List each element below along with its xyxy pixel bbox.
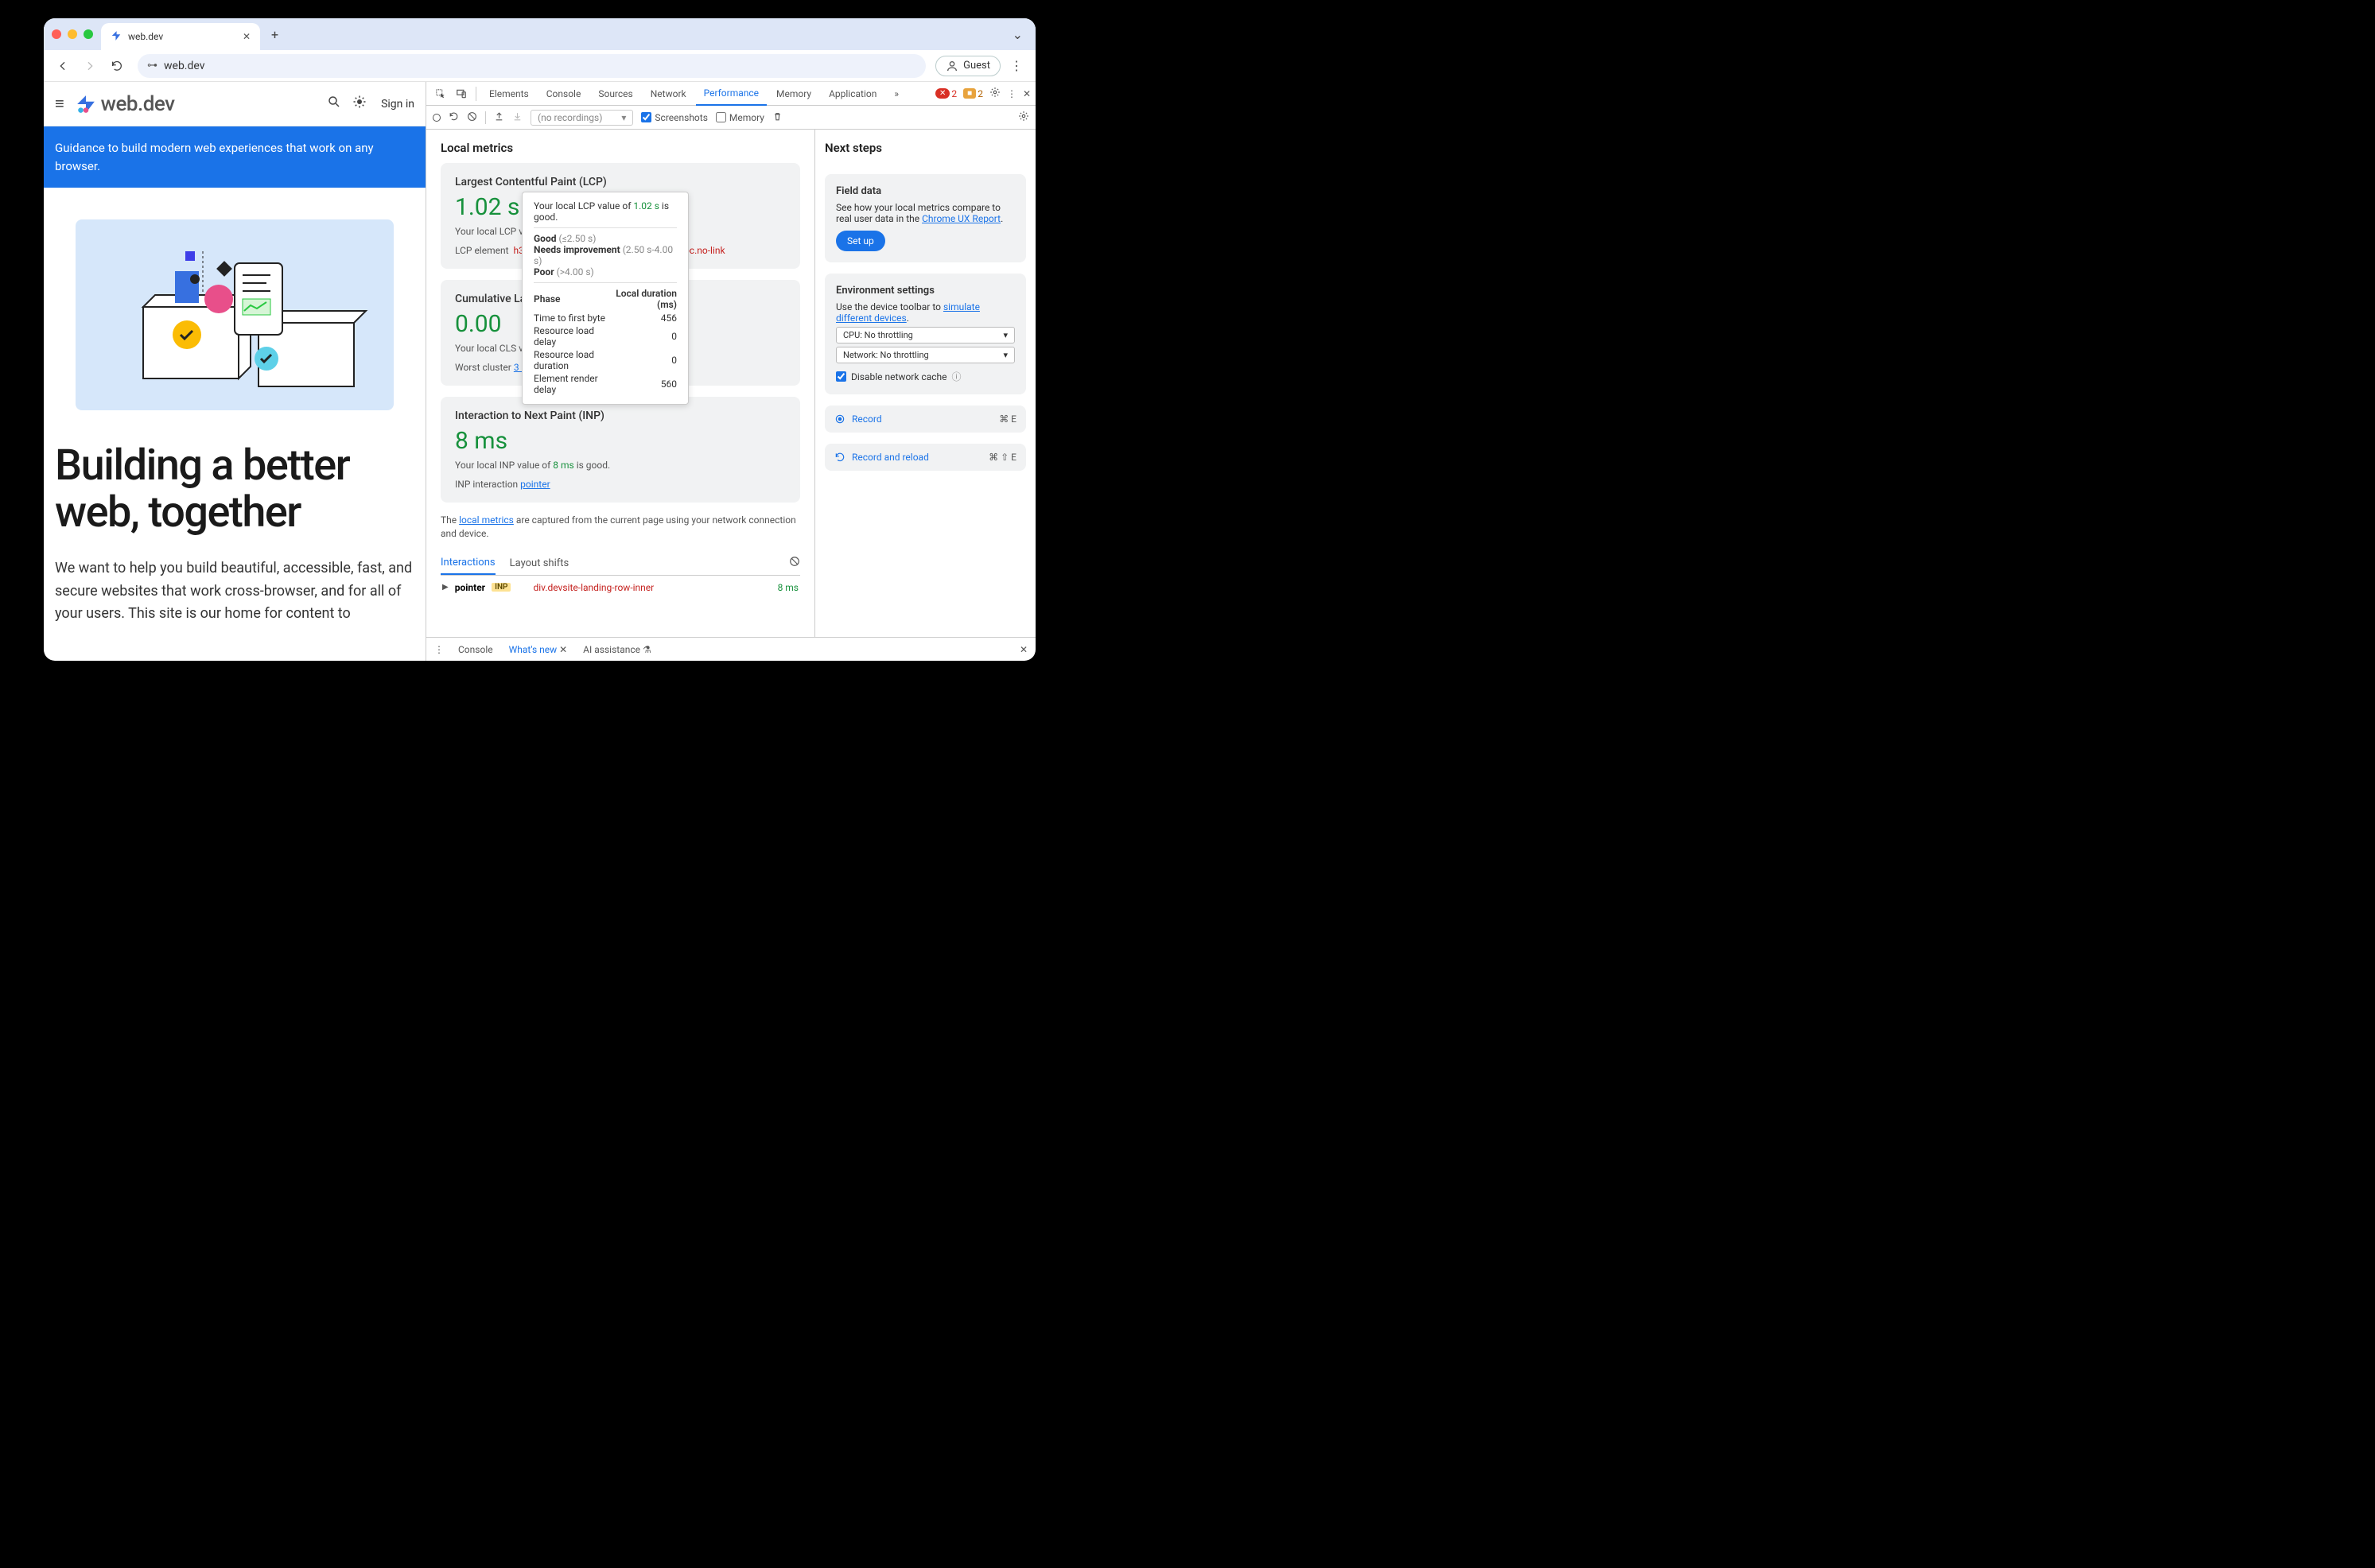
next-steps-heading: Next steps	[825, 141, 1026, 155]
close-whatsnew-icon: ✕	[559, 644, 567, 655]
address-bar: ⊶ web.dev Guest ⋮	[44, 50, 1036, 82]
hero-body: We want to help you build beautiful, acc…	[55, 557, 414, 626]
inp-card: Interaction to Next Paint (INP) 8 ms You…	[441, 397, 800, 503]
back-button[interactable]	[52, 55, 74, 77]
local-metrics-link[interactable]: local metrics	[459, 514, 514, 526]
window-controls	[52, 29, 93, 39]
minimize-window-button[interactable]	[68, 29, 77, 39]
inp-interaction-link[interactable]: pointer	[520, 479, 550, 490]
devtools-panel: Elements Console Sources Network Perform…	[426, 82, 1036, 661]
search-icon[interactable]	[327, 95, 341, 113]
reload-icon	[834, 452, 845, 463]
drawer-menu-icon[interactable]: ⋮	[434, 644, 444, 655]
close-tab-icon[interactable]: ✕	[243, 31, 251, 42]
record-action[interactable]: Record ⌘ E	[825, 406, 1026, 433]
drawer-whatsnew-tab[interactable]: What's new ✕	[507, 644, 569, 655]
drawer-ai-tab[interactable]: AI assistance ⚗	[581, 644, 653, 655]
devtools-tab-strip: Elements Console Sources Network Perform…	[426, 82, 1036, 106]
environment-settings-card: Environment settings Use the device tool…	[825, 274, 1026, 394]
subtab-layout-shifts[interactable]: Layout shifts	[510, 553, 569, 574]
tab-performance[interactable]: Performance	[696, 82, 767, 106]
site-settings-icon[interactable]: ⊶	[147, 60, 157, 72]
tab-list-chevron-icon[interactable]: ⌄	[1013, 27, 1023, 42]
record-button[interactable]	[433, 114, 441, 122]
close-drawer-icon[interactable]: ✕	[1020, 644, 1028, 655]
sign-in-link[interactable]: Sign in	[381, 98, 414, 111]
site-logo[interactable]: web.dev	[76, 92, 175, 116]
inspect-element-icon[interactable]	[431, 88, 450, 99]
screenshots-checkbox[interactable]: Screenshots	[641, 112, 707, 123]
gear-icon[interactable]	[989, 87, 1001, 100]
rendered-page: ≡ web.dev Sign in Guidance to build mode…	[44, 82, 426, 661]
tab-title: web.dev	[128, 31, 163, 42]
tab-network[interactable]: Network	[643, 82, 694, 106]
network-throttling-select[interactable]: Network: No throttling▾	[836, 347, 1015, 363]
more-tabs-icon[interactable]: »	[886, 82, 907, 106]
maximize-window-button[interactable]	[84, 29, 93, 39]
more-icon[interactable]: ⋮	[1007, 88, 1016, 99]
inp-tag: INP	[492, 583, 511, 592]
page-banner: Guidance to build modern web experiences…	[44, 126, 426, 188]
interaction-duration: 8 ms	[778, 582, 799, 593]
device-toolbar-icon[interactable]	[452, 88, 471, 99]
metrics-caption: The local metrics are captured from the …	[441, 514, 800, 541]
local-metrics-panel: Local metrics Largest Contentful Paint (…	[426, 130, 814, 637]
hero-title: Building a better web, together	[55, 442, 414, 537]
new-tab-button[interactable]: +	[265, 24, 285, 45]
tab-console[interactable]: Console	[538, 82, 589, 106]
local-metrics-heading: Local metrics	[441, 141, 800, 155]
theme-toggle-icon[interactable]	[352, 95, 367, 113]
field-data-card: Field data See how your local metrics co…	[825, 174, 1026, 262]
person-icon	[946, 60, 958, 72]
tab-memory[interactable]: Memory	[768, 82, 819, 106]
lcp-tooltip: Your local LCP value of 1.02 s is good. …	[522, 192, 689, 405]
interaction-selector[interactable]: div.devsite-landing-row-inner	[533, 582, 654, 593]
page-header: ≡ web.dev Sign in	[44, 82, 426, 126]
upload-icon[interactable]	[494, 111, 504, 124]
clear-icon[interactable]	[467, 111, 477, 124]
browser-tab[interactable]: web.dev ✕	[101, 23, 260, 50]
browser-tab-bar: web.dev ✕ + ⌄	[44, 18, 1036, 50]
memory-checkbox[interactable]: Memory	[716, 112, 764, 123]
error-badge[interactable]: ✕2	[935, 88, 957, 99]
next-steps-panel: Next steps Field data See how your local…	[814, 130, 1036, 637]
crux-link[interactable]: Chrome UX Report	[922, 213, 1001, 224]
hamburger-icon[interactable]: ≡	[55, 94, 64, 114]
hero-illustration	[76, 219, 394, 410]
tab-application[interactable]: Application	[821, 82, 884, 106]
expand-icon[interactable]: ▶	[442, 583, 449, 592]
metrics-subtabs: Interactions Layout shifts	[441, 552, 800, 576]
record-reload-action[interactable]: Record and reload ⌘ ⇧ E	[825, 444, 1026, 471]
interaction-row[interactable]: ▶ pointer INP div.devsite-landing-row-in…	[441, 576, 800, 600]
garbage-collect-icon[interactable]	[772, 111, 783, 124]
close-devtools-icon[interactable]: ✕	[1023, 88, 1031, 99]
capture-settings-icon[interactable]	[1018, 111, 1029, 124]
performance-toolbar: (no recordings)▾ Screenshots Memory	[426, 106, 1036, 130]
tab-elements[interactable]: Elements	[481, 82, 537, 106]
tab-favicon	[111, 30, 122, 44]
setup-button[interactable]: Set up	[836, 231, 885, 251]
reload-record-icon[interactable]	[449, 111, 459, 124]
drawer-console-tab[interactable]: Console	[457, 644, 495, 655]
reload-button[interactable]	[106, 55, 128, 77]
recordings-dropdown[interactable]: (no recordings)▾	[531, 110, 633, 126]
profile-button[interactable]: Guest	[935, 56, 1001, 76]
download-icon[interactable]	[512, 111, 523, 124]
help-icon[interactable]: ⓘ	[951, 370, 961, 383]
cpu-throttling-select[interactable]: CPU: No throttling▾	[836, 327, 1015, 343]
record-icon	[834, 413, 845, 425]
url-input[interactable]: ⊶ web.dev	[138, 54, 926, 78]
disable-cache-checkbox[interactable]: Disable network cache ⓘ	[836, 370, 1015, 383]
lcp-title: Largest Contentful Paint (LCP)	[455, 176, 786, 188]
close-window-button[interactable]	[52, 29, 61, 39]
flask-icon: ⚗	[643, 644, 651, 655]
tab-sources[interactable]: Sources	[590, 82, 640, 106]
devtools-drawer: ⋮ Console What's new ✕ AI assistance ⚗ ✕	[426, 637, 1036, 661]
forward-button[interactable]	[79, 55, 101, 77]
warning-badge[interactable]: ■2	[963, 88, 983, 99]
browser-menu-button[interactable]: ⋮	[1005, 55, 1028, 77]
subtab-interactions[interactable]: Interactions	[441, 552, 496, 575]
url-text: web.dev	[164, 60, 205, 72]
clear-interactions-icon[interactable]	[789, 556, 800, 570]
